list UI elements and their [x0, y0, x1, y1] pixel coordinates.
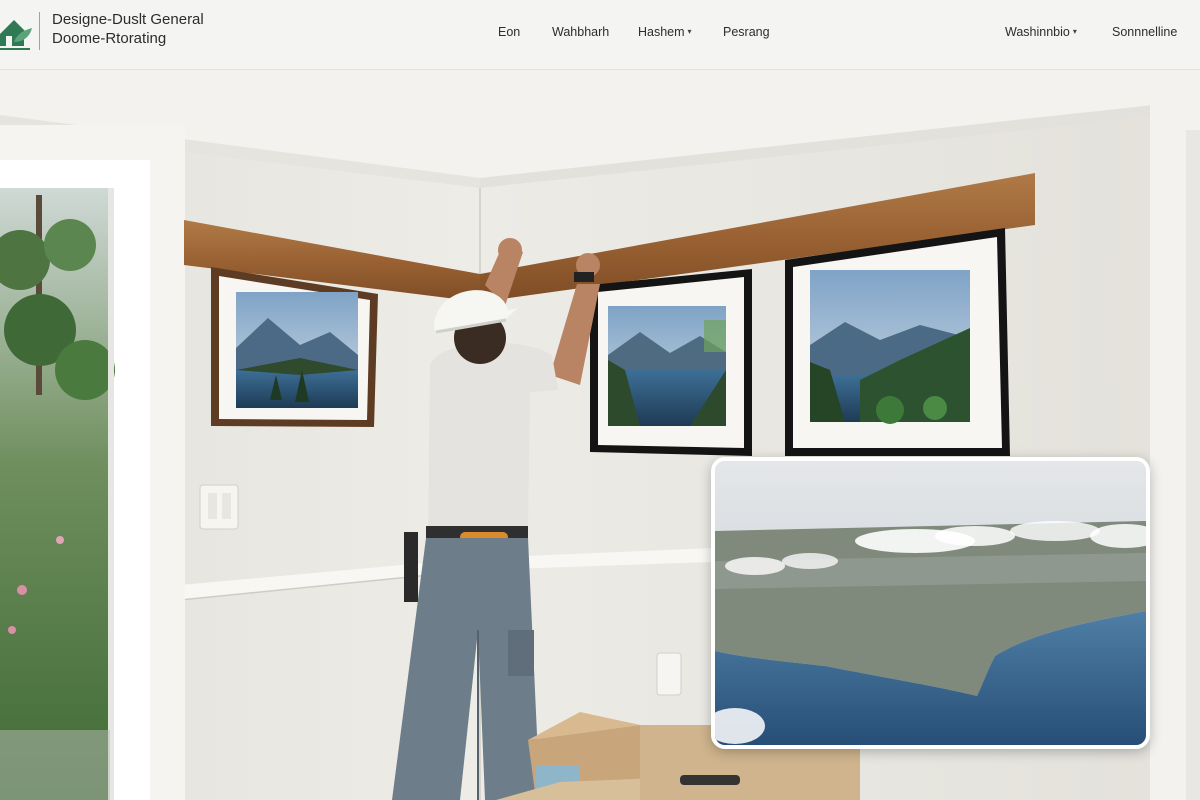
- brand-logo[interactable]: [0, 12, 40, 52]
- site-header: Designe-Duslt General Doome-Rtorating Eo…: [0, 0, 1200, 70]
- nav-item-washinnbio[interactable]: Washinnbio ▾: [1005, 25, 1077, 39]
- brand-name[interactable]: Designe-Duslt General Doome-Rtorating: [52, 10, 232, 48]
- hero-image: [0, 70, 1200, 800]
- brand-line-1: Designe-Duslt General: [52, 11, 204, 28]
- chevron-down-icon: ▾: [1072, 27, 1077, 36]
- chevron-down-icon: ▾: [687, 27, 692, 36]
- nav-item-hashem[interactable]: Hashem ▾: [638, 25, 692, 39]
- aerial-coastline-photo: [715, 461, 1146, 745]
- aerial-photo-inset[interactable]: [711, 457, 1150, 749]
- nav-item-pesrang[interactable]: Pesrang: [723, 25, 770, 39]
- nav-item-eon[interactable]: Eon: [498, 25, 520, 39]
- logo-divider: [39, 12, 40, 50]
- nav-item-sonnnelline[interactable]: Sonnnelline: [1112, 25, 1177, 39]
- house-leaf-logo-icon: [0, 20, 32, 50]
- brand-line-2: Doome-Rtorating: [52, 30, 167, 47]
- nav-item-wahbharh[interactable]: Wahbharh: [552, 25, 609, 39]
